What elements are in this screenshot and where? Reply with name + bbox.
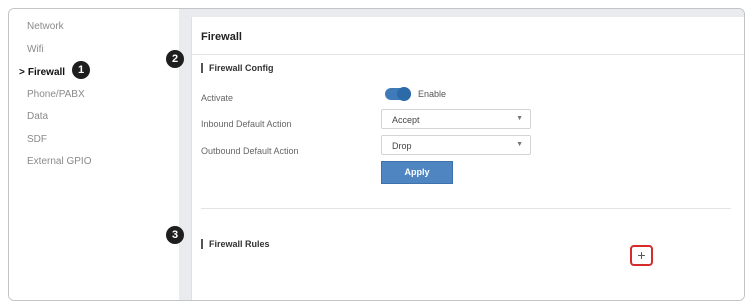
firewall-panel: Firewall Firewall Config Activate Enable… [191, 17, 744, 300]
outbound-default-action-select[interactable]: Drop ▼ [381, 135, 531, 155]
caret-down-icon: ▼ [516, 115, 523, 122]
activate-toggle-label: Enable [418, 89, 447, 99]
panel-header: Firewall [192, 17, 744, 55]
section-title-firewall-rules: Firewall Rules [201, 239, 270, 249]
inbound-default-action-select[interactable]: Accept ▼ [381, 109, 531, 129]
sidebar-item-external-gpio[interactable]: External GPIO [27, 156, 91, 167]
sidebar-item-label: Phone/PABX [27, 89, 85, 100]
app-window: Network Wifi > Firewall Phone/PABX Data S… [8, 8, 745, 301]
sidebar-item-label: Network [27, 21, 64, 32]
section-divider [201, 208, 731, 209]
sidebar-item-label: SDF [27, 134, 47, 145]
sidebar-item-data[interactable]: Data [27, 111, 48, 122]
sidebar-item-network[interactable]: Network [27, 21, 64, 32]
sidebar-item-label: Wifi [27, 44, 44, 55]
activate-label: Activate [201, 93, 234, 103]
callout-marker-2: 2 [166, 50, 184, 68]
activate-toggle[interactable] [385, 87, 411, 101]
toggle-knob [397, 87, 411, 101]
caret-down-icon: ▼ [516, 141, 523, 148]
plus-icon: + [637, 247, 646, 263]
apply-button[interactable]: Apply [381, 161, 453, 184]
sidebar-item-phone-pabx[interactable]: Phone/PABX [27, 89, 85, 100]
callout-marker-3: 3 [166, 226, 184, 244]
page-title: Firewall [201, 31, 242, 43]
inbound-default-action-label: Inbound Default Action [201, 119, 292, 129]
sidebar-item-sdf[interactable]: SDF [27, 134, 47, 145]
section-title-firewall-config: Firewall Config [201, 63, 274, 73]
chevron-right-icon: > [19, 67, 25, 78]
sidebar-item-label: Firewall [27, 67, 66, 78]
outbound-default-action-label: Outbound Default Action [201, 146, 299, 156]
sidebar-item-label: External GPIO [27, 156, 92, 167]
add-rule-button[interactable]: + [630, 245, 653, 266]
outbound-default-action-value: Drop [392, 141, 412, 151]
sidebar-item-firewall[interactable]: > Firewall [19, 67, 65, 78]
sidebar-item-label: Data [27, 111, 49, 122]
inbound-default-action-value: Accept [392, 115, 420, 125]
sidebar-item-wifi[interactable]: Wifi [27, 44, 44, 55]
callout-marker-1: 1 [72, 61, 90, 79]
sidebar: Network Wifi > Firewall Phone/PABX Data S… [9, 9, 179, 300]
